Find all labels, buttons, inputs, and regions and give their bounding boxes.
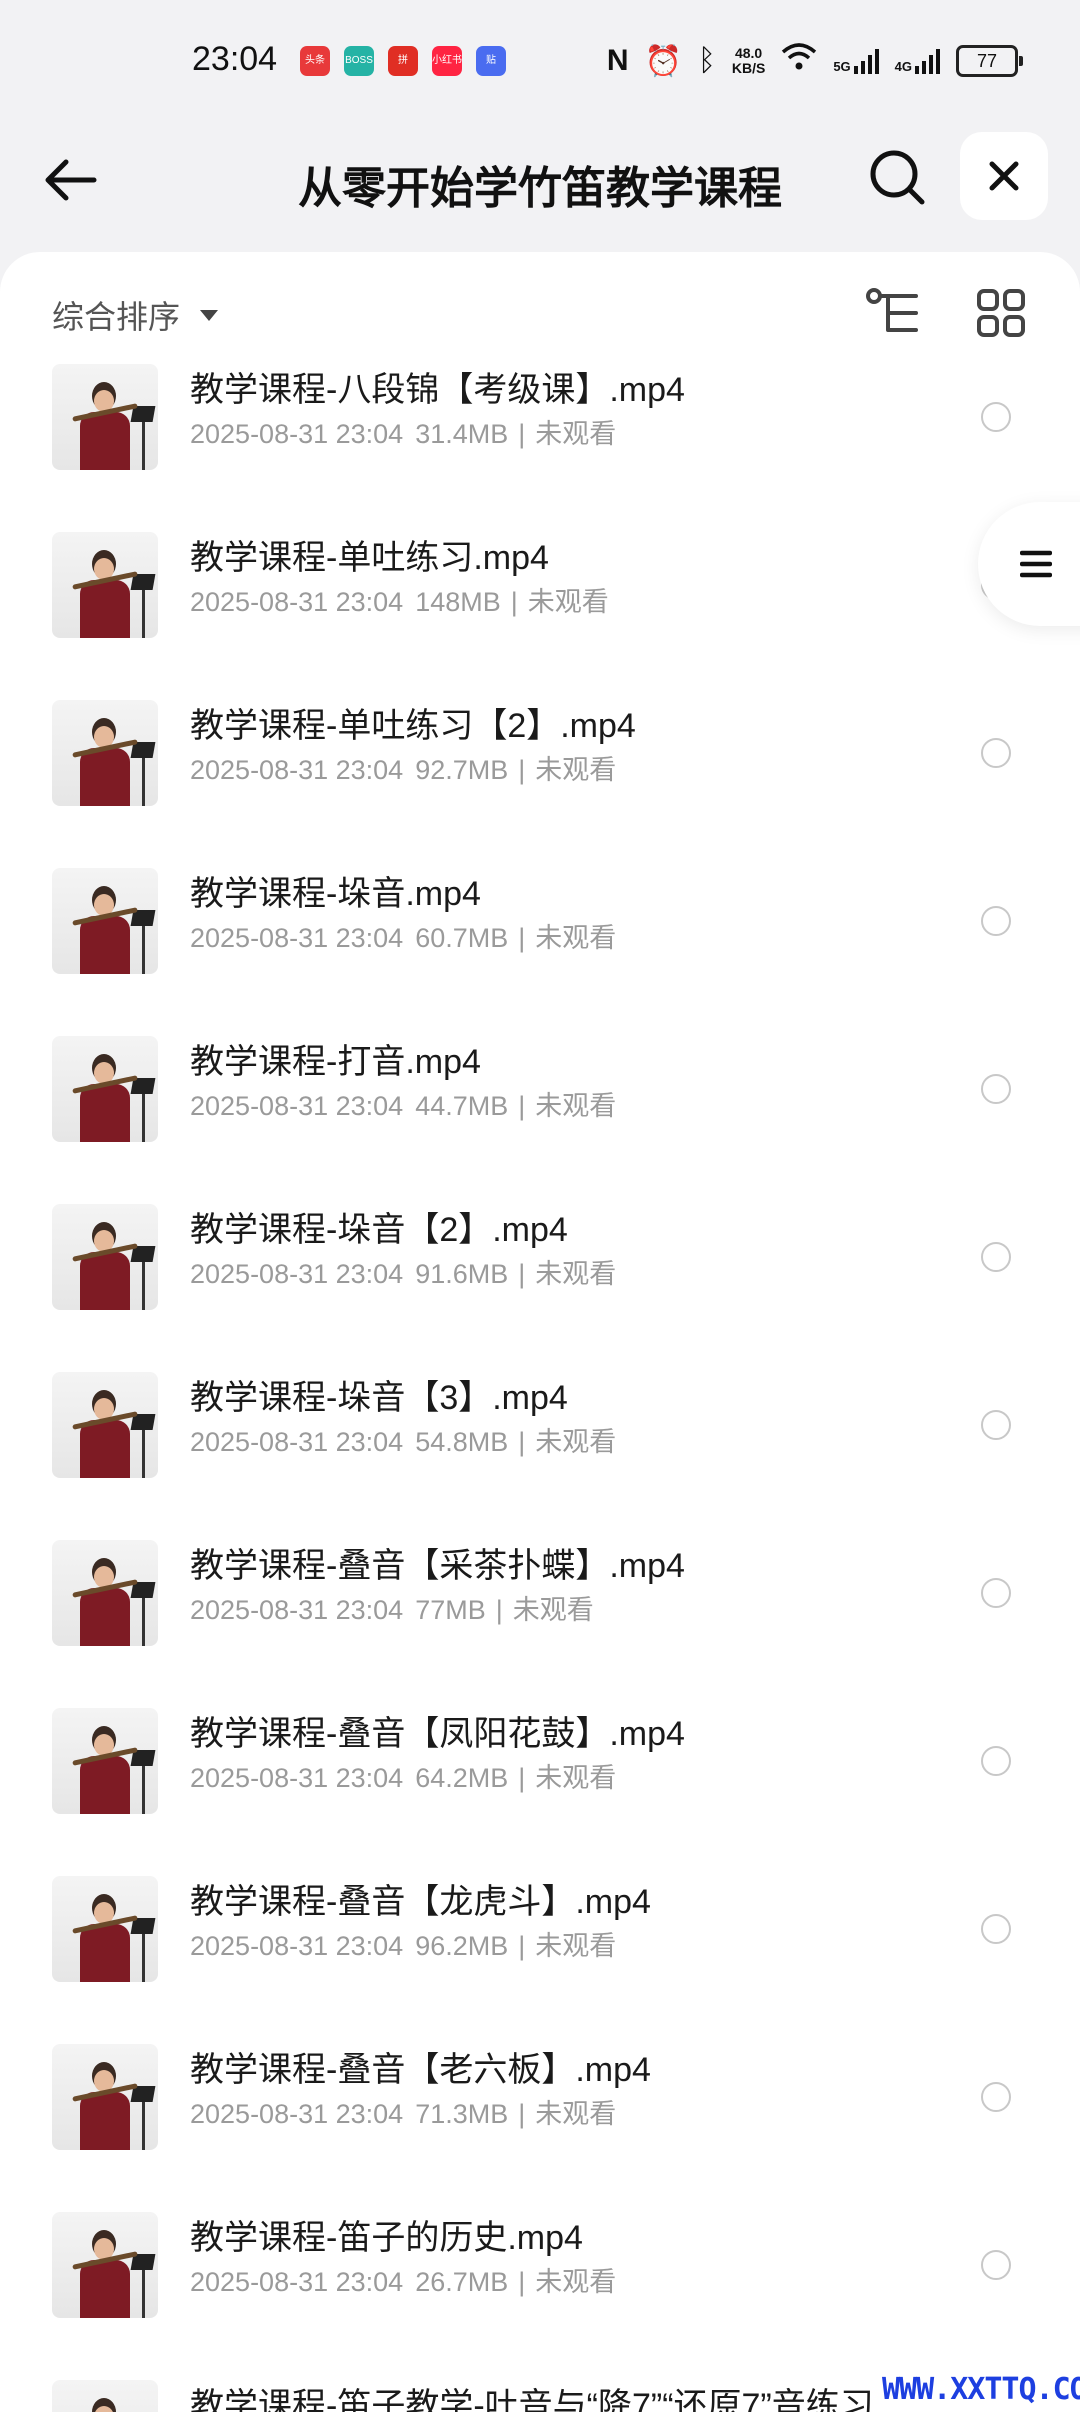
list-item[interactable]: 教学课程-叠音【龙虎斗】.mp4 2025-08-31 23:04 96.2MB | 未… (0, 1772, 1080, 1982)
list-item[interactable]: 教学课程-打音.mp4 2025-08-31 23:04 44.7MB | 未观看 (0, 932, 1080, 1142)
xiaohongshu-app-icon: 小红书 (432, 46, 462, 76)
menu-icon (1020, 550, 1052, 578)
file-name: 教学课程-打音.mp4 (190, 1043, 481, 1081)
network-speed-value: 48.0 (734, 45, 763, 61)
file-name: 教学课程-叠音【凤阳花鼓】.mp4 (190, 1715, 685, 1753)
list-item[interactable]: 教学课程-笛子的历史.mp4 2025-08-31 23:04 26.7MB | 未观看 (0, 2108, 1080, 2318)
list-item[interactable]: 教学课程-八段锦【考级课】.mp4 2025-08-31 23:04 31.4MB |… (0, 260, 1080, 470)
list-item[interactable]: 教学课程-垛音【2】.mp4 2025-08-31 23:04 91.6MB | 未观看 (0, 1100, 1080, 1310)
file-name: 教学课程-笛子的历史.mp4 (190, 2219, 583, 2257)
file-name: 教学课程-笛子教学-吐音与“降7”“还原7”音练习 (190, 2387, 874, 2412)
watermark: WWW.XXTTQ.COM (882, 2372, 1080, 2407)
list-item[interactable]: 教学课程-叠音【凤阳花鼓】.mp4 2025-08-31 23:04 64.2MB |… (0, 1604, 1080, 1814)
pinduoduo-app-icon: 拼 (388, 46, 418, 76)
bluetooth-icon: ᛒ (697, 44, 716, 77)
video-thumbnail (52, 2380, 158, 2412)
tieba-app-icon: 贴 (476, 46, 506, 76)
network-speed-unit: KB/S (731, 60, 766, 76)
toutiao-app-icon: 头条 (300, 46, 330, 76)
list-item[interactable]: 教学课程-单吐练习.mp4 2025-08-31 23:04 148MB | 未观看 (0, 428, 1080, 638)
file-name: 教学课程-八段锦【考级课】.mp4 (190, 371, 685, 409)
file-name: 教学课程-垛音【2】.mp4 (190, 1211, 568, 1249)
status-bar: 23:04 头条 BOSS 拼 小红书 贴 N ⏰ ᛒ 48.0 KB/S 5G… (0, 0, 1080, 120)
file-name: 教学课程-叠音【老六板】.mp4 (190, 2051, 651, 2089)
system-icons: N ⏰ ᛒ 48.0 KB/S 5G 4G 77 (606, 42, 1023, 80)
file-name: 教学课程-单吐练习【2】.mp4 (190, 707, 636, 745)
list-item[interactable]: 教学课程-叠音【采茶扑蝶】.mp4 2025-08-31 23:04 77MB | 未观… (0, 1436, 1080, 1646)
nfc-icon: N (606, 44, 629, 77)
notification-icons: 头条 BOSS 拼 小红书 贴 (300, 46, 506, 76)
network-speed: 48.0 KB/S (732, 46, 765, 76)
list-item[interactable]: 教学课程-垛音【3】.mp4 2025-08-31 23:04 54.8MB | 未观看 (0, 1268, 1080, 1478)
file-name: 教学课程-单吐练习.mp4 (190, 539, 549, 577)
wifi-icon (781, 42, 817, 80)
file-list-panel: 综合排序 教学课程-八段锦【考级课】.mp4 2025-08-31 23:04 31… (0, 252, 1080, 2412)
header: 从零开始学竹笛教学课程 (0, 120, 1080, 250)
file-name: 教学课程-叠音【采茶扑蝶】.mp4 (190, 1547, 685, 1585)
alarm-icon: ⏰ (644, 44, 682, 78)
signal-4g-icon: 4G (895, 48, 940, 74)
status-time: 23:04 (192, 40, 278, 78)
list-item[interactable]: 教学课程-单吐练习【2】.mp4 2025-08-31 23:04 92.7MB | 未… (0, 596, 1080, 806)
search-icon (870, 150, 925, 205)
file-name: 教学课程-垛音【3】.mp4 (190, 1379, 568, 1417)
list-item[interactable]: 教学课程-叠音【老六板】.mp4 2025-08-31 23:04 71.3MB | 未… (0, 1940, 1080, 2150)
signal-5g-label: 5G (833, 59, 851, 74)
battery-icon: 77 (956, 45, 1023, 77)
file-name: 教学课程-垛音.mp4 (190, 875, 481, 913)
search-button[interactable] (864, 144, 930, 210)
list-item[interactable]: 教学课程-垛音.mp4 2025-08-31 23:04 60.7MB | 未观看 (0, 764, 1080, 974)
boss-app-icon: BOSS (344, 46, 374, 76)
file-name: 教学课程-叠音【龙虎斗】.mp4 (190, 1883, 651, 1921)
signal-4g-label: 4G (894, 59, 912, 74)
close-icon (989, 161, 1019, 191)
close-button[interactable] (960, 132, 1048, 220)
signal-5g-icon: 5G (833, 48, 879, 74)
